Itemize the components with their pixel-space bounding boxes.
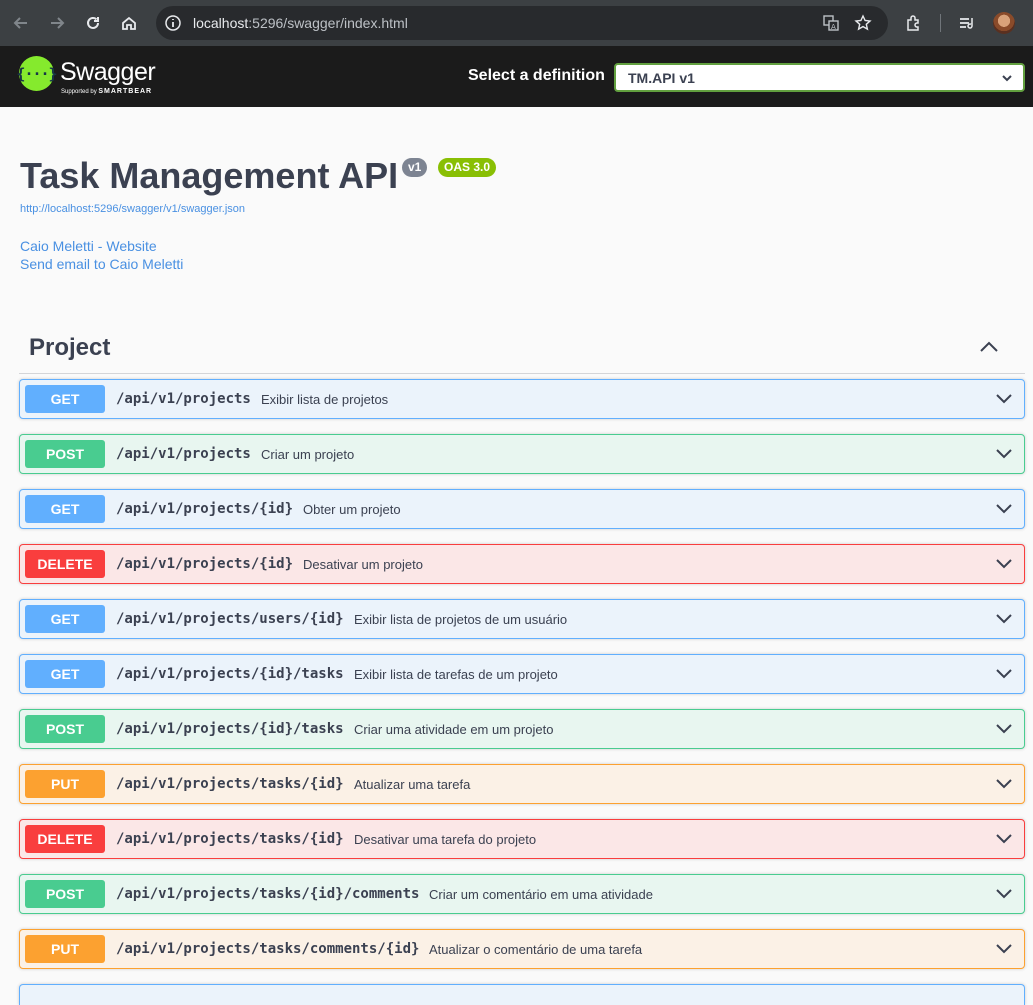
chevron-down-icon[interactable]	[995, 776, 1013, 790]
chevron-down-icon[interactable]	[995, 941, 1013, 955]
swagger-topbar: {···} Swagger Supported by SMARTBEAR Sel…	[0, 46, 1033, 107]
operation-post[interactable]: POST/api/v1/projects/{id}/tasks Criar uma…	[19, 709, 1025, 749]
operation-path: /api/v1/projects/tasks/{id}	[116, 831, 344, 847]
operation-delete[interactable]: DELETE/api/v1/projects/{id} Desativar um …	[19, 544, 1025, 584]
method-badge: GET	[25, 605, 105, 633]
operation-path: /api/v1/projects/tasks/{id}	[116, 776, 344, 792]
chevron-down-icon[interactable]	[995, 666, 1013, 680]
operation-summary: Atualizar uma tarefa	[354, 777, 471, 792]
chevron-down-icon	[1002, 75, 1012, 82]
operation-summary: Desativar um projeto	[303, 557, 423, 572]
address-bar[interactable]: localhost:5296/swagger/index.html A	[156, 6, 888, 40]
method-badge: GET	[25, 495, 105, 523]
back-arrow-icon[interactable]	[7, 9, 35, 37]
operation-summary: Exibir lista de projetos	[261, 392, 389, 407]
swagger-logo-text[interactable]: Swagger	[60, 58, 156, 87]
operation-get[interactable]: GET/api/v1/projects Exibir lista de proje…	[19, 379, 1025, 419]
chevron-down-icon[interactable]	[995, 721, 1013, 735]
method-badge: GET	[25, 660, 105, 688]
operation-summary: Desativar uma tarefa do projeto	[354, 832, 537, 847]
operation-summary: Criar um comentário em uma atividade	[429, 887, 653, 902]
operation-summary: Atualizar o comentário de uma tarefa	[429, 942, 643, 957]
operation-path: /api/v1/projects/{id}/tasks	[116, 721, 344, 737]
method-badge: DELETE	[25, 550, 105, 578]
operation-path: /api/v1/projects/tasks/{id}/comments	[116, 886, 420, 902]
operation-summary: Criar um projeto	[261, 447, 355, 462]
forward-arrow-icon[interactable]	[43, 9, 71, 37]
operation-put[interactable]: PUT/api/v1/projects/tasks/{id} Atualizar …	[19, 764, 1025, 804]
operation-summary: Exibir lista de tarefas de um projeto	[354, 667, 558, 682]
operation-summary: Obter um projeto	[303, 502, 401, 517]
operation-delete[interactable]: DELETE/api/v1/projects/tasks/{id} Desativ…	[19, 819, 1025, 859]
operation-get[interactable]: GET/api/v1/projects/{id} Obter um projeto	[19, 489, 1025, 529]
contact-website-link[interactable]: Caio Meletti - Website	[20, 238, 157, 254]
reload-icon[interactable]	[79, 9, 107, 37]
operation-put[interactable]: PUT/api/v1/projects/tasks/comments/{id} A…	[19, 929, 1025, 969]
tag-project-title[interactable]: Project	[29, 334, 110, 362]
chevron-up-icon[interactable]	[978, 338, 1000, 356]
method-badge: POST	[25, 715, 105, 743]
operation-path: /api/v1/projects	[116, 446, 251, 462]
chevron-down-icon[interactable]	[995, 501, 1013, 515]
operation-get[interactable]: GET/api/v1/projects/users/{id} Exibir lis…	[19, 599, 1025, 639]
operation-post[interactable]: POST/api/v1/projects/tasks/{id}/comments…	[19, 874, 1025, 914]
svg-text:A: A	[831, 23, 836, 31]
operation-path: /api/v1/projects	[116, 391, 251, 407]
operation-get[interactable]: GET/api/v1/projects/{id}/tasks Exibir lis…	[19, 654, 1025, 694]
contact-email-link[interactable]: Send email to Caio Meletti	[20, 256, 183, 272]
method-badge: GET	[25, 385, 105, 413]
version-badge: v1	[402, 158, 428, 177]
definition-select[interactable]: TM.API v1	[614, 63, 1025, 92]
operation-path: /api/v1/projects/users/{id}	[116, 611, 344, 627]
tag-divider	[19, 373, 1025, 374]
chevron-down-icon[interactable]	[995, 391, 1013, 405]
operation-post[interactable]: POST/api/v1/projects Criar um projeto	[19, 434, 1025, 474]
operation-path: /api/v1/projects/tasks/comments/{id}	[116, 941, 420, 957]
definition-select-value: TM.API v1	[628, 70, 695, 86]
swagger-logo-tagline: Supported by SMARTBEAR	[61, 88, 153, 95]
extensions-icon[interactable]	[900, 9, 928, 37]
home-icon[interactable]	[115, 9, 143, 37]
bookmark-star-icon[interactable]	[854, 14, 872, 32]
site-info-icon[interactable]	[164, 14, 182, 32]
method-badge: POST	[25, 440, 105, 468]
method-badge: DELETE	[25, 825, 105, 853]
url-text: localhost:5296/swagger/index.html	[193, 15, 408, 31]
translate-icon[interactable]: A	[822, 14, 840, 32]
oas-badge: OAS 3.0	[438, 158, 497, 177]
method-badge: POST	[25, 880, 105, 908]
method-badge: PUT	[25, 770, 105, 798]
operation-get[interactable]	[19, 984, 1025, 1005]
operation-path: /api/v1/projects/{id}	[116, 556, 294, 572]
spec-json-link[interactable]: http://localhost:5296/swagger/v1/swagger…	[20, 203, 245, 215]
chevron-down-icon[interactable]	[995, 886, 1013, 900]
profile-avatar[interactable]	[993, 12, 1015, 34]
reading-list-icon[interactable]	[953, 9, 981, 37]
definition-select-label: Select a definition	[468, 67, 605, 84]
api-title: Task Management API	[20, 155, 399, 196]
operation-path: /api/v1/projects/{id}	[116, 501, 294, 517]
chevron-down-icon[interactable]	[995, 611, 1013, 625]
swagger-logo-icon[interactable]: {···}	[16, 56, 58, 91]
operation-summary: Criar uma atividade em um projeto	[354, 722, 554, 737]
chevron-down-icon[interactable]	[995, 831, 1013, 845]
operation-summary: Exibir lista de projetos de um usuário	[354, 612, 568, 627]
method-badge: PUT	[25, 935, 105, 963]
chevron-down-icon[interactable]	[995, 446, 1013, 460]
browser-toolbar: localhost:5296/swagger/index.html A	[0, 0, 1033, 46]
chevron-down-icon[interactable]	[995, 556, 1013, 570]
toolbar-separator	[940, 14, 941, 32]
operation-path: /api/v1/projects/{id}/tasks	[116, 666, 344, 682]
